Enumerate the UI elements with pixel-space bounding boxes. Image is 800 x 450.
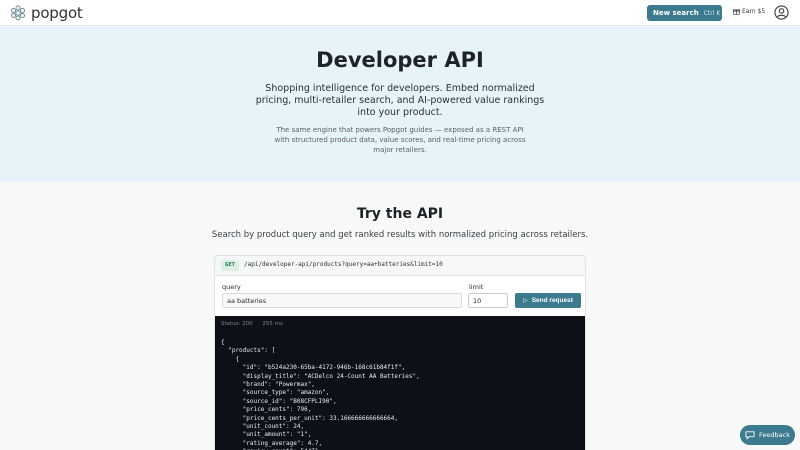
try-api-description: Search by product query and get ranked r… <box>211 230 589 240</box>
limit-label: limit <box>469 283 484 291</box>
endpoint-bar: GET /api/developer-api/products?query=aa… <box>215 256 585 276</box>
earn-link[interactable]: Earn $5 <box>733 8 765 15</box>
status-code: Status: 200 <box>221 321 253 327</box>
http-method-badge: GET <box>221 260 239 271</box>
logo[interactable]: popgot <box>10 4 83 22</box>
response-status: Status: 200 255 ms <box>221 321 283 327</box>
send-request-label: Send request <box>531 297 573 304</box>
response-body: { "products": [ { "id": "b524a230-65ba-4… <box>221 339 420 450</box>
limit-input[interactable] <box>468 293 508 308</box>
endpoint-path: /api/developer-api/products?query=aa+bat… <box>244 261 443 268</box>
user-circle-icon[interactable] <box>774 5 789 20</box>
response-panel: Status: 200 255 ms { "products": [ { "id… <box>215 316 585 450</box>
chat-bubble-icon <box>745 430 755 439</box>
gift-icon <box>733 9 740 15</box>
query-label: query <box>222 283 241 291</box>
popgot-logo-icon <box>11 5 25 21</box>
page-title: Developer API <box>316 48 484 72</box>
try-api-title: Try the API <box>356 206 444 222</box>
feedback-label: Feedback <box>759 431 790 439</box>
earn-label: Earn $5 <box>742 8 766 15</box>
hero-subtitle: Shopping intelligence for developers. Em… <box>255 83 545 118</box>
play-icon: ▷ <box>523 298 528 304</box>
top-header: popgot New search Ctrl K Earn $5 <box>0 0 800 26</box>
hero-description: The same engine that powers Popgot guide… <box>274 126 526 154</box>
response-time: 255 ms <box>262 321 283 327</box>
feedback-button[interactable]: Feedback <box>740 425 795 445</box>
query-input[interactable] <box>222 293 462 308</box>
api-playground: GET /api/developer-api/products?query=aa… <box>214 255 586 450</box>
logo-text: popgot <box>31 4 83 22</box>
new-search-shortcut: Ctrl K <box>703 9 721 17</box>
new-search-label: New search <box>653 9 699 17</box>
send-request-button[interactable]: ▷ Send request <box>515 293 581 308</box>
new-search-button[interactable]: New search Ctrl K <box>647 5 722 21</box>
